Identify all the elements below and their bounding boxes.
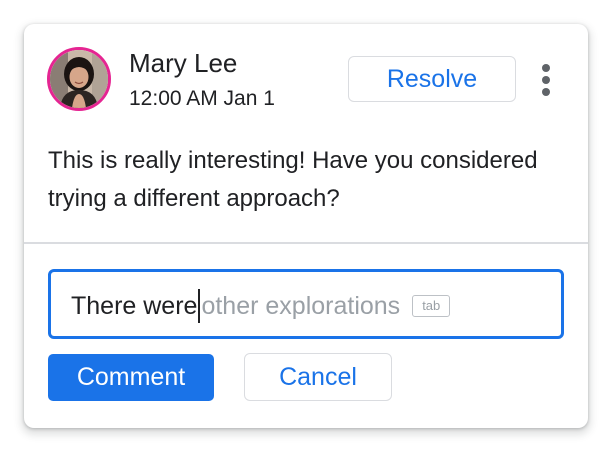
autocomplete-suggestion: other explorations (201, 292, 401, 320)
divider (24, 242, 588, 244)
comment-button[interactable]: Comment (48, 354, 214, 401)
text-caret (198, 289, 201, 323)
cancel-button[interactable]: Cancel (244, 353, 392, 401)
reply-input[interactable]: There were other explorations tab (48, 269, 564, 339)
resolve-button[interactable]: Resolve (348, 56, 516, 102)
avatar-photo (50, 50, 108, 108)
reply-input-content: There were other explorations tab (71, 289, 451, 323)
avatar (47, 47, 111, 111)
author-name: Mary Lee (129, 48, 238, 78)
comment-timestamp: 12:00 AM Jan 1 (129, 87, 275, 110)
reply-typed-text: There were (71, 292, 198, 320)
comment-body: This is really interesting! Have you con… (48, 147, 538, 212)
comment-card: Mary Lee 12:00 AM Jan 1 Resolve This is … (24, 24, 588, 428)
tab-key-hint: tab (412, 295, 451, 317)
more-options-button[interactable] (530, 60, 562, 100)
